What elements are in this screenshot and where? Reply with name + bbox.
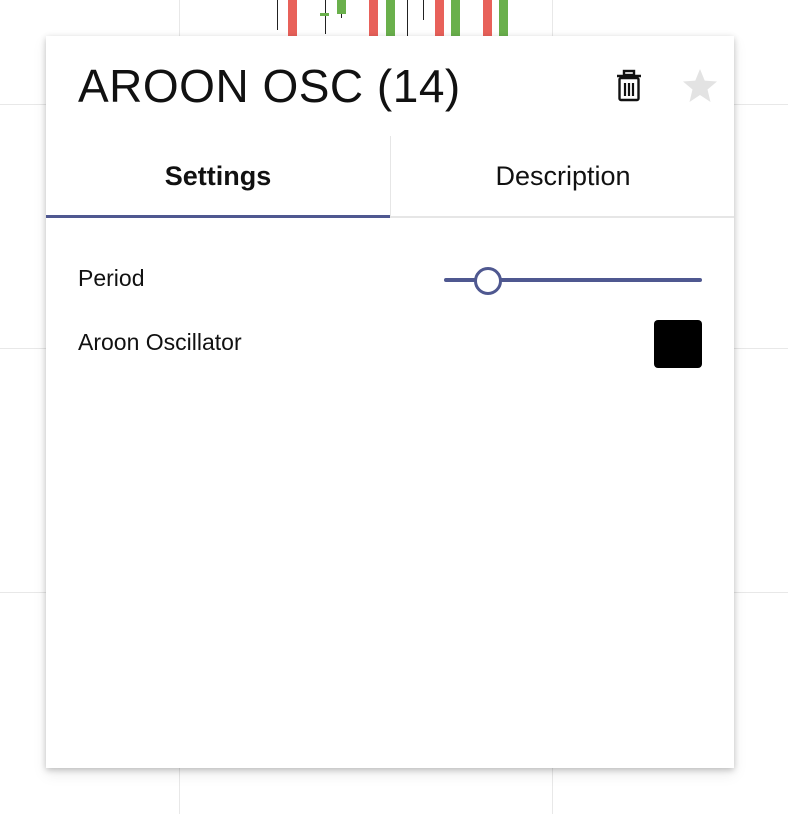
candle (435, 0, 444, 36)
aroon-oscillator-label: Aroon Oscillator (78, 329, 242, 355)
active-tab-indicator (46, 215, 390, 218)
tab-settings[interactable]: Settings (46, 136, 390, 218)
candle-wick (325, 0, 326, 34)
oscillator-color-swatch[interactable] (654, 320, 702, 368)
candle (320, 13, 329, 16)
candle-wick (423, 0, 424, 20)
indicator-settings-panel: AROON OSC (14) Settings Description Peri… (46, 36, 734, 768)
trash-icon[interactable] (614, 68, 650, 104)
tab-description[interactable]: Description (391, 136, 735, 216)
star-icon[interactable] (680, 66, 720, 106)
tab-bar: Settings Description (46, 136, 734, 218)
candle-wick (277, 0, 278, 30)
tab-settings-label: Settings (164, 160, 272, 191)
slider-thumb[interactable] (474, 267, 502, 295)
tab-description-label: Description (495, 160, 631, 191)
candle (451, 0, 460, 36)
period-slider[interactable] (444, 264, 702, 296)
indicator-title: AROON OSC (14) (78, 60, 461, 112)
candle (499, 0, 508, 36)
period-label: Period (78, 265, 145, 291)
candle-wick (407, 0, 408, 36)
candle (337, 0, 346, 14)
candle (483, 0, 492, 36)
candle (288, 0, 297, 36)
candle (369, 0, 378, 36)
candle (386, 0, 395, 36)
